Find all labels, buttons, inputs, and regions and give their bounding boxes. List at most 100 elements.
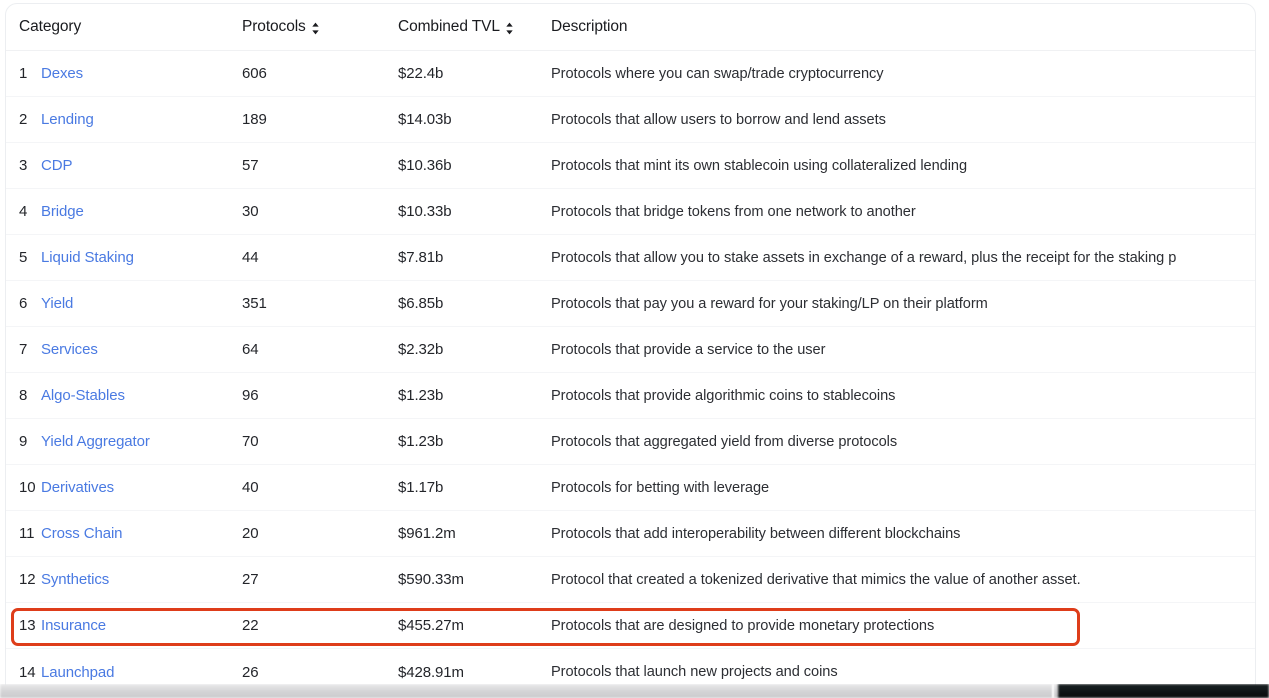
table-row[interactable]: 5 Liquid Staking 44 $7.81b Protocols that al… <box>6 235 1255 281</box>
row-rank: 14 <box>19 663 36 681</box>
table-row[interactable]: 9 Yield Aggregator 70 $1.23b Protocols that … <box>6 419 1255 465</box>
description-text: Protocols that launch new projects and c… <box>551 664 838 680</box>
sort-updown-icon[interactable] <box>505 22 514 35</box>
category-link[interactable]: Liquid Staking <box>41 249 134 266</box>
cell-category: 4 Bridge <box>19 203 242 220</box>
category-link[interactable]: Cross Chain <box>41 525 123 542</box>
header-label-protocols: Protocols <box>242 18 306 35</box>
cell-combined-tvl: $455.27m <box>398 617 464 634</box>
cell-description: Protocols that provide a service to the … <box>551 342 1255 358</box>
category-link[interactable]: Algo-Stables <box>41 387 125 404</box>
description-text: Protocols for betting with leverage <box>551 479 770 496</box>
cell-description: Protocol that created a tokenized deriva… <box>551 572 1255 588</box>
cell-protocols: 22 <box>242 617 259 634</box>
table-row[interactable]: 6 Yield 351 $6.85b Protocols that pay you a … <box>6 281 1255 327</box>
category-link[interactable]: Yield <box>41 295 73 312</box>
header-cell-combined-tvl[interactable]: Combined TVL <box>398 18 551 36</box>
cell-category: 6 Yield <box>19 295 242 312</box>
header-label-category: Category <box>19 18 82 35</box>
row-rank: 10 <box>19 479 36 496</box>
cell-description: Protocols that allow users to borrow and… <box>551 112 1255 128</box>
description-text: Protocols that allow you to stake assets… <box>551 249 1177 266</box>
description-text: Protocols where you can swap/trade crypt… <box>551 65 884 82</box>
category-link[interactable]: Launchpad <box>41 664 114 681</box>
cell-protocols: 44 <box>242 249 259 266</box>
description-text: Protocols that are designed to provide m… <box>551 617 935 634</box>
cell-description: Protocols that provide algorithmic coins… <box>551 388 1255 404</box>
cell-combined-tvl: $14.03b <box>398 111 452 128</box>
cell-combined-tvl: $6.85b <box>398 295 444 312</box>
taskbar-left <box>0 684 1058 698</box>
category-link[interactable]: Yield Aggregator <box>41 433 150 450</box>
sort-updown-icon[interactable] <box>311 22 320 35</box>
row-rank: 3 <box>19 157 28 174</box>
cell-combined-tvl: $1.23b <box>398 387 444 404</box>
cell-description: Protocols that mint its own stablecoin u… <box>551 158 1255 174</box>
table-row[interactable]: 11 Cross Chain 20 $961.2m Protocols that add… <box>6 511 1255 557</box>
cell-protocols: 30 <box>242 203 259 220</box>
cell-protocols: 351 <box>242 295 267 312</box>
row-rank: 12 <box>19 571 36 588</box>
table-row[interactable]: 7 Services 64 $2.32b Protocols that provide … <box>6 327 1255 373</box>
table-row[interactable]: 1 Dexes 606 $22.4b Protocols where you can s… <box>6 51 1255 97</box>
cell-protocols: 26 <box>242 663 259 681</box>
row-rank: 5 <box>19 249 28 266</box>
row-rank: 8 <box>19 387 28 404</box>
cell-combined-tvl: $10.33b <box>398 203 452 220</box>
category-link[interactable]: Derivatives <box>41 479 114 496</box>
cell-combined-tvl: $428.91m <box>398 663 464 681</box>
description-text: Protocol that created a tokenized deriva… <box>551 571 1081 588</box>
cell-category: 9 Yield Aggregator <box>19 433 242 450</box>
cell-combined-tvl: $1.23b <box>398 433 444 450</box>
row-rank: 2 <box>19 111 28 128</box>
cell-protocols: 606 <box>242 65 267 82</box>
cell-category: 12 Synthetics <box>19 571 242 588</box>
row-rank: 1 <box>19 65 28 82</box>
cell-protocols: 64 <box>242 341 259 358</box>
category-link[interactable]: Synthetics <box>41 571 109 588</box>
taskbar-right-dark <box>1058 684 1269 698</box>
table-row[interactable]: 2 Lending 189 $14.03b Protocols that allow u… <box>6 97 1255 143</box>
description-text: Protocols that provide a service to the … <box>551 341 826 358</box>
table-row[interactable]: 13 Insurance 22 $455.27m Protocols that are … <box>6 603 1255 649</box>
table-row[interactable]: 4 Bridge 30 $10.33b Protocols that bridge to… <box>6 189 1255 235</box>
table-row[interactable]: 10 Derivatives 40 $1.17b Protocols for betti… <box>6 465 1255 511</box>
table-header-row: Category Protocols Combined TVL Descript… <box>6 4 1255 51</box>
category-link[interactable]: Insurance <box>41 617 106 634</box>
header-cell-protocols[interactable]: Protocols <box>242 18 398 36</box>
category-link[interactable]: Lending <box>41 111 94 128</box>
header-label-combined-tvl: Combined TVL <box>398 18 500 35</box>
cell-category: 14 Launchpad <box>19 664 242 681</box>
row-rank: 11 <box>19 525 35 542</box>
cell-category: 5 Liquid Staking <box>19 249 242 266</box>
cell-protocols: 20 <box>242 525 259 542</box>
table-row[interactable]: 12 Synthetics 27 $590.33m Protocol that crea… <box>6 557 1255 603</box>
category-link[interactable]: Bridge <box>41 203 84 220</box>
sort-protocols-button[interactable]: Protocols <box>242 18 320 36</box>
cell-description: Protocols that aggregated yield from div… <box>551 434 1255 450</box>
cell-combined-tvl: $7.81b <box>398 249 444 266</box>
cell-category: 1 Dexes <box>19 65 242 82</box>
header-cell-category: Category <box>19 18 242 36</box>
category-link[interactable]: Services <box>41 341 98 358</box>
header-cell-description: Description <box>551 18 1255 36</box>
cell-category: 2 Lending <box>19 111 242 128</box>
cell-combined-tvl: $961.2m <box>398 525 456 542</box>
category-link[interactable]: CDP <box>41 157 72 174</box>
description-text: Protocols that allow users to borrow and… <box>551 111 886 128</box>
cell-protocols: 40 <box>242 479 259 496</box>
cell-category: 3 CDP <box>19 157 242 174</box>
categories-table-card: Category Protocols Combined TVL Descript… <box>5 3 1256 696</box>
table-row[interactable]: 8 Algo-Stables 96 $1.23b Protocols that prov… <box>6 373 1255 419</box>
cell-description: Protocols that launch new projects and c… <box>551 664 1255 680</box>
table-row[interactable]: 3 CDP 57 $10.36b Protocols that mint its own… <box>6 143 1255 189</box>
category-link[interactable]: Dexes <box>41 65 83 82</box>
taskbar-divider <box>1052 684 1054 698</box>
sort-combined-tvl-button[interactable]: Combined TVL <box>398 18 514 36</box>
cell-combined-tvl: $10.36b <box>398 157 452 174</box>
cell-category: 10 Derivatives <box>19 479 242 496</box>
row-rank: 4 <box>19 203 28 220</box>
row-rank: 9 <box>19 433 28 450</box>
cell-description: Protocols for betting with leverage <box>551 480 1255 496</box>
row-rank: 7 <box>19 341 28 358</box>
